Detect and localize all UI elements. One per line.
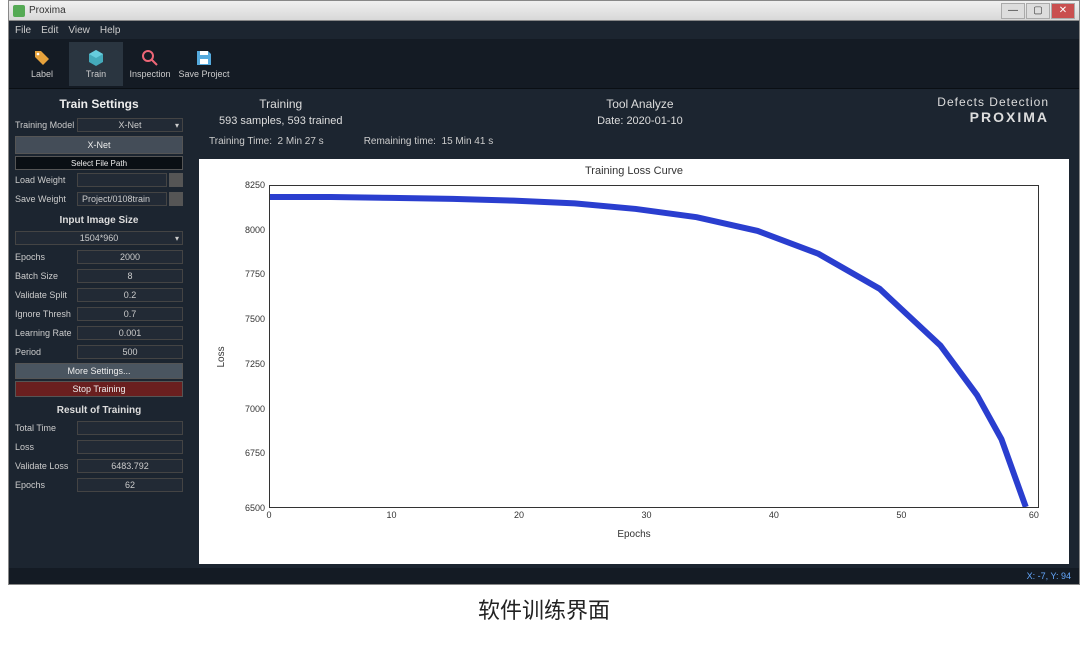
loss-value <box>77 440 183 454</box>
epochs-field[interactable]: 2000 <box>77 250 183 264</box>
save-weight-label: Save Weight <box>15 194 77 204</box>
training-time-value: 2 Min 27 s <box>278 136 324 147</box>
toolbar: Label Train Inspection Save Project <box>9 39 1079 89</box>
minimize-button[interactable]: — <box>1001 3 1025 19</box>
more-settings-button[interactable]: More Settings... <box>15 363 183 379</box>
input-image-size-select[interactable]: 1504*960 <box>15 231 183 245</box>
chart-area: Training Loss Curve Loss Epochs 82508000… <box>199 159 1069 564</box>
input-image-size-label: Input Image Size <box>15 215 183 226</box>
plot-frame <box>269 185 1039 508</box>
learning-rate-label: Learning Rate <box>15 328 77 338</box>
page-caption: 软件训练界面 <box>8 593 1080 625</box>
save-icon <box>195 49 213 67</box>
content-area: Training 593 samples, 593 trained Tool A… <box>189 89 1079 568</box>
load-weight-field[interactable] <box>77 173 167 187</box>
x-ticks: 0102030405060 <box>269 510 1039 524</box>
y-axis-label: Loss <box>216 346 227 367</box>
defects-detection-text: Defects Detection <box>937 95 1049 109</box>
maximize-button[interactable]: ▢ <box>1026 3 1050 19</box>
stop-training-button[interactable]: Stop Training <box>15 381 183 397</box>
titlebar: Proxima — ▢ ✕ <box>9 1 1079 21</box>
tool-save-project[interactable]: Save Project <box>177 42 231 86</box>
menu-file[interactable]: File <box>15 25 31 36</box>
x-axis-label: Epochs <box>199 529 1069 540</box>
train-settings-heading: Train Settings <box>15 97 183 111</box>
result-epochs-value: 62 <box>77 478 183 492</box>
remaining-time-value: 15 Min 41 s <box>442 136 494 147</box>
samples-text: 593 samples, 593 trained <box>219 113 343 130</box>
result-heading: Result of Training <box>15 405 183 416</box>
validate-split-label: Validate Split <box>15 290 77 300</box>
validate-split-field[interactable]: 0.2 <box>77 288 183 302</box>
menu-help[interactable]: Help <box>100 25 121 36</box>
total-time-label: Total Time <box>15 423 77 433</box>
epochs-label: Epochs <box>15 252 77 262</box>
result-epochs-label: Epochs <box>15 480 77 490</box>
batch-size-field[interactable]: 8 <box>77 269 183 283</box>
tool-train[interactable]: Train <box>69 42 123 86</box>
date-text: Date: 2020-01-10 <box>597 113 683 130</box>
tag-icon <box>33 49 51 67</box>
brand-text: PROXIMA <box>937 109 1049 125</box>
load-weight-label: Load Weight <box>15 175 77 185</box>
training-time-label: Training Time: <box>209 136 272 147</box>
ignore-thresh-label: Ignore Thresh <box>15 309 77 319</box>
close-button[interactable]: ✕ <box>1051 3 1075 19</box>
status-coords: X: -7, Y: 94 <box>1027 571 1071 581</box>
cube-icon <box>87 49 105 67</box>
xnet-button[interactable]: X-Net <box>15 136 183 154</box>
app-icon <box>13 5 25 17</box>
training-title: Training <box>219 95 343 113</box>
loss-curve <box>270 186 1038 507</box>
training-model-select[interactable]: X-Net <box>77 118 183 132</box>
tool-label[interactable]: Label <box>15 42 69 86</box>
period-field[interactable]: 500 <box>77 345 183 359</box>
ignore-thresh-field[interactable]: 0.7 <box>77 307 183 321</box>
period-label: Period <box>15 347 77 357</box>
loss-label: Loss <box>15 442 77 452</box>
y-ticks: 82508000775075007250700067506500 <box>229 185 265 508</box>
remaining-time-label: Remaining time: <box>364 136 436 147</box>
batch-size-label: Batch Size <box>15 271 77 281</box>
load-weight-browse[interactable] <box>169 173 183 187</box>
select-file-path-button[interactable]: Select File Path <box>15 156 183 170</box>
training-model-label: Training Model <box>15 120 77 130</box>
menubar: File Edit View Help <box>9 21 1079 39</box>
menu-view[interactable]: View <box>68 25 90 36</box>
save-weight-browse[interactable] <box>169 192 183 206</box>
save-weight-field[interactable]: Project/0108train <box>77 192 167 206</box>
menu-edit[interactable]: Edit <box>41 25 58 36</box>
learning-rate-field[interactable]: 0.001 <box>77 326 183 340</box>
search-icon <box>141 49 159 67</box>
validate-loss-value: 6483.792 <box>77 459 183 473</box>
statusbar: X: -7, Y: 94 <box>9 568 1079 584</box>
chart-title: Training Loss Curve <box>199 165 1069 177</box>
sidebar: Train Settings Training Model X-Net X-Ne… <box>9 89 189 568</box>
total-time-value <box>77 421 183 435</box>
window-title: Proxima <box>29 5 66 16</box>
tool-analyze-title: Tool Analyze <box>597 95 683 113</box>
tool-inspection[interactable]: Inspection <box>123 42 177 86</box>
validate-loss-label: Validate Loss <box>15 461 77 471</box>
